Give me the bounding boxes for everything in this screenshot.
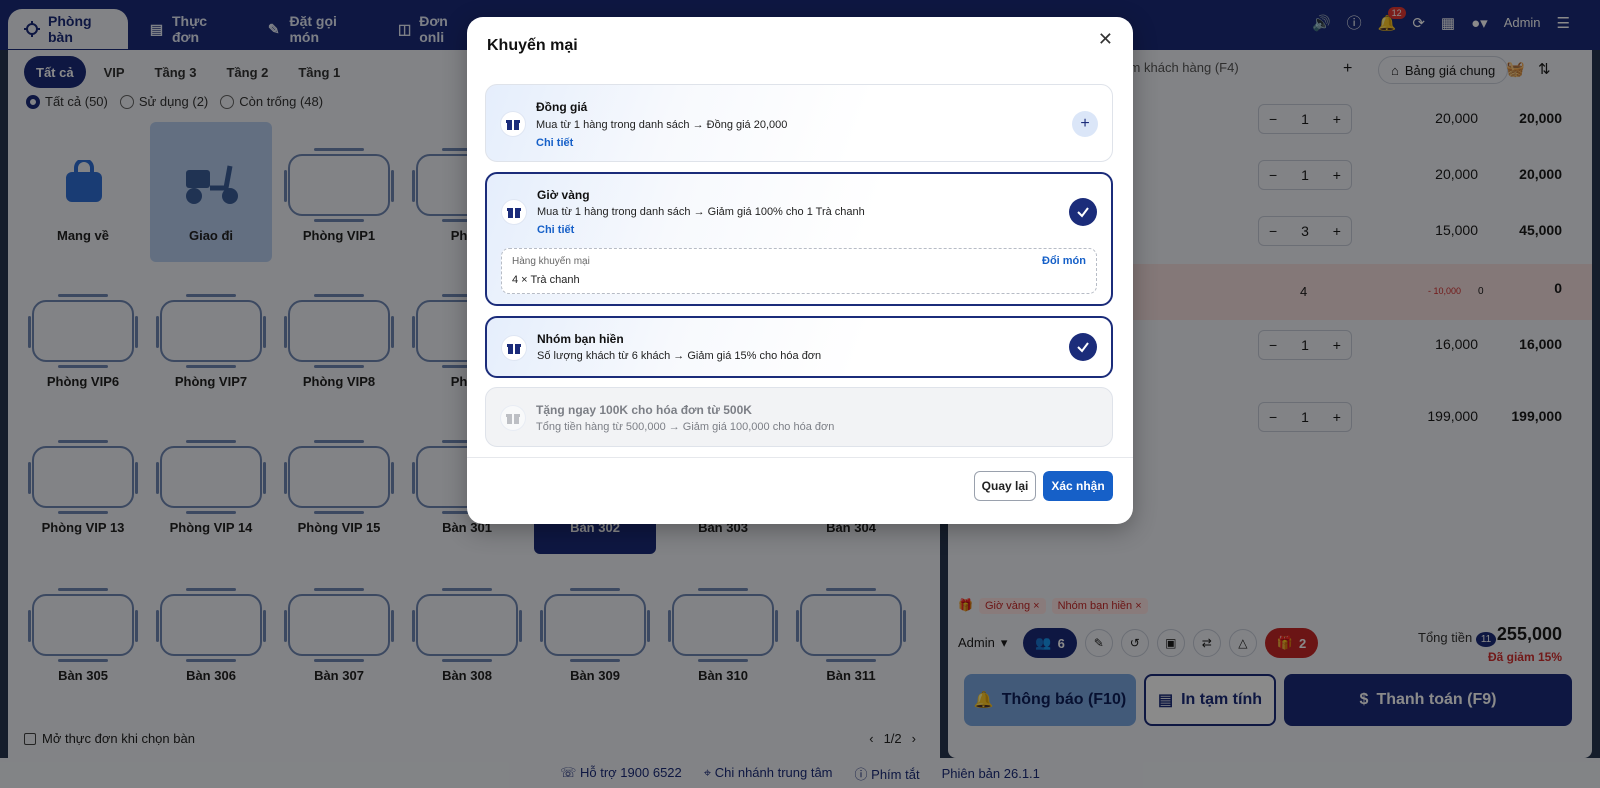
promo-items-box: Hàng khuyến mại Đổi món 4 × Trà chanh xyxy=(501,248,1097,294)
details-link[interactable]: Chi tiết xyxy=(536,137,573,149)
modal-title: Khuyến mại xyxy=(487,37,578,54)
promotion-desc: Mua từ 1 hàng trong danh sách → Đồng giá… xyxy=(536,119,788,131)
gift-icon xyxy=(500,405,526,431)
modal-divider xyxy=(467,457,1133,458)
promotion-title: Đồng giá xyxy=(536,100,588,114)
back-button[interactable]: Quay lại xyxy=(974,471,1036,501)
gift-icon xyxy=(501,199,527,225)
close-icon[interactable]: ✕ xyxy=(1098,29,1113,50)
promotion-title: Nhóm bạn hiền xyxy=(537,332,624,346)
promotion-desc: Tổng tiền hàng từ 500,000 → Giảm giá 100… xyxy=(536,421,835,433)
promotion-title: Giờ vàng xyxy=(537,188,590,202)
add-icon[interactable]: + xyxy=(1072,111,1098,137)
confirm-button[interactable]: Xác nhận xyxy=(1039,467,1117,505)
change-item-button[interactable]: Đổi món xyxy=(1042,255,1086,267)
check-icon[interactable] xyxy=(1069,198,1097,226)
promotion-title: Tặng ngay 100K cho hóa đơn từ 500K xyxy=(536,403,752,417)
promotion-desc: Mua từ 1 hàng trong danh sách → Giảm giá… xyxy=(537,206,865,218)
promo-items-label: Hàng khuyến mại xyxy=(512,256,590,267)
promotion-card-disabled: Tặng ngay 100K cho hóa đơn từ 500K Tổng … xyxy=(485,387,1113,447)
promotion-card-selected[interactable]: Giờ vàng Mua từ 1 hàng trong danh sách →… xyxy=(485,172,1113,306)
gift-icon xyxy=(500,111,526,137)
pos-app: Phòng bàn ▤ Thực đơn ✎ Đặt gọi món ◫ Đơn… xyxy=(0,0,1600,788)
promo-item: 4 × Trà chanh xyxy=(512,274,580,286)
promotion-desc: Số lượng khách từ 6 khách → Giảm giá 15%… xyxy=(537,350,822,362)
promotion-modal: Khuyến mại ✕ Đồng giá Mua từ 1 hàng tron… xyxy=(467,17,1133,524)
promotion-card[interactable]: Đồng giá Mua từ 1 hàng trong danh sách →… xyxy=(485,84,1113,162)
gift-icon xyxy=(501,335,527,361)
details-link[interactable]: Chi tiết xyxy=(537,224,574,236)
check-icon[interactable] xyxy=(1069,333,1097,361)
promotion-card-selected[interactable]: Nhóm bạn hiền Số lượng khách từ 6 khách … xyxy=(485,316,1113,378)
